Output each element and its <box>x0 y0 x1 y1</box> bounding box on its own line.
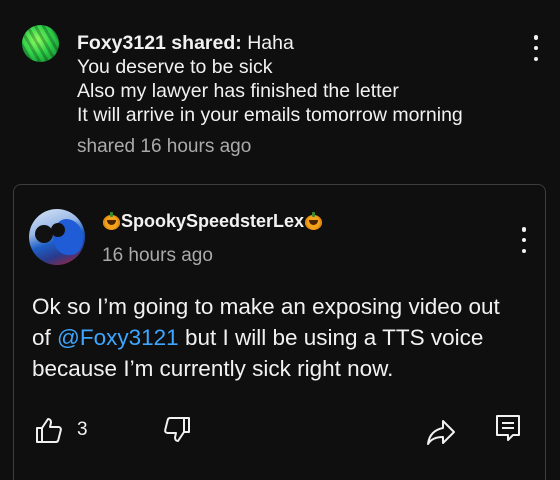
comment-author-name: SpookySpeedsterLex <box>121 211 305 231</box>
shared-timestamp: shared 16 hours ago <box>77 136 252 157</box>
comment-actions: 3 <box>14 411 547 451</box>
message-line: Haha <box>247 32 294 54</box>
commenter-avatar[interactable] <box>29 209 85 265</box>
reply-comment-icon[interactable] <box>493 413 523 443</box>
comment-line: Ok so I’m going to make an exposing vide… <box>32 294 500 319</box>
shared-post-text: Foxy3121 shared: Haha You deserve to be … <box>77 31 517 127</box>
comment-line: because I’m currently sick right now. <box>32 356 394 381</box>
shared-first-line: Foxy3121 shared: Haha <box>77 31 517 55</box>
more-vertical-icon[interactable] <box>526 35 546 61</box>
user-avatar[interactable] <box>22 25 59 62</box>
comment-author[interactable]: SpookySpeedsterLex <box>102 211 323 232</box>
message-line: Also my lawyer has finished the letter <box>77 80 399 102</box>
jack-o-lantern-icon <box>304 212 323 231</box>
shared-post: Foxy3121 shared: Haha You deserve to be … <box>0 0 560 175</box>
share-arrow-icon[interactable] <box>426 417 456 447</box>
comment-line: of @Foxy3121 but I will be using a TTS v… <box>32 322 537 353</box>
comment-timestamp: 16 hours ago <box>102 245 213 266</box>
more-vertical-icon[interactable] <box>514 227 534 253</box>
comment-card: SpookySpeedsterLex 16 hours ago Ok so I’… <box>13 184 546 480</box>
comment-body: Ok so I’m going to make an exposing vide… <box>32 291 537 384</box>
thumbs-down-icon[interactable] <box>162 415 192 445</box>
message-line: It will arrive in your emails tomorrow m… <box>77 104 463 126</box>
shared-username[interactable]: Foxy3121 shared: <box>77 32 242 54</box>
message-line: You deserve to be sick <box>77 56 273 78</box>
comment-text: of <box>32 325 58 350</box>
like-count: 3 <box>77 419 88 440</box>
comment-text: but I will be using a TTS voice <box>178 325 484 350</box>
user-mention-link[interactable]: @Foxy3121 <box>57 325 179 350</box>
jack-o-lantern-icon <box>102 212 121 231</box>
thumbs-up-icon[interactable] <box>34 415 64 445</box>
